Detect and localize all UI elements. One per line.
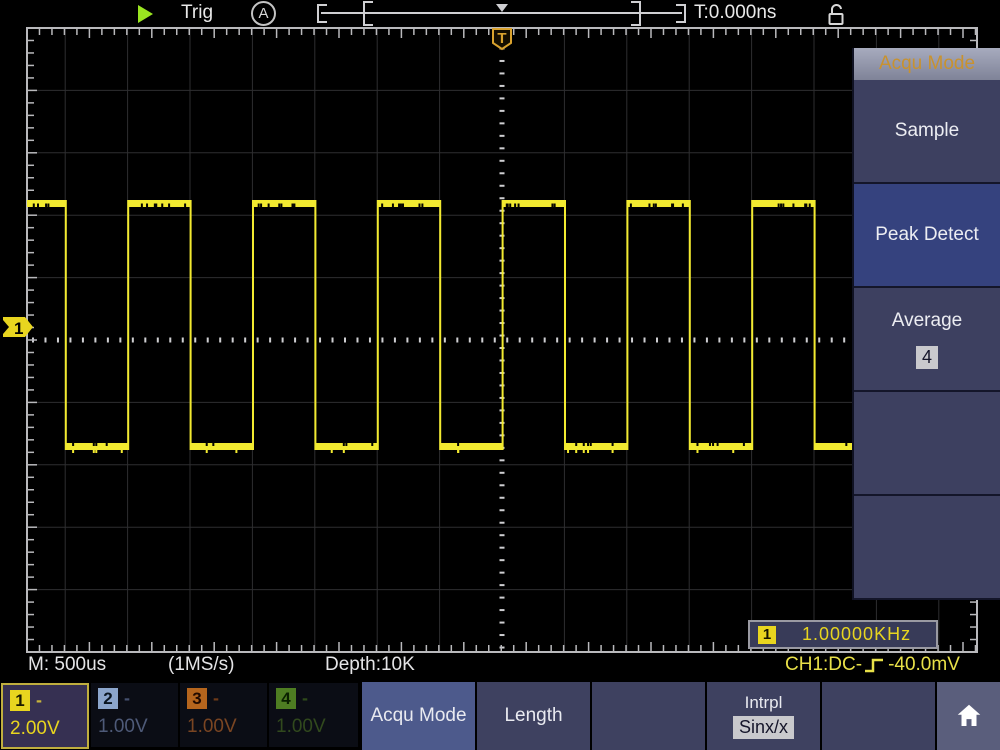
ch4-coupling-dash: -	[302, 688, 308, 709]
ch3-scale: 1.00V	[187, 716, 267, 738]
menu-acqu-mode[interactable]: Acqu Mode	[362, 682, 475, 750]
softkey-average[interactable]: Average 4	[854, 288, 1000, 392]
menu-intrpl[interactable]: Intrpl Sinx/x	[707, 682, 820, 750]
average-count-value: 4	[916, 346, 938, 369]
svg-text:T: T	[497, 30, 506, 47]
trigger-time-readout: T:0.000ns	[694, 2, 776, 24]
softkey-average-label: Average	[892, 310, 962, 332]
ch1-ground-marker[interactable]: 1	[3, 317, 33, 338]
freq-value: 1.00000KHz	[802, 624, 911, 645]
freq-channel-badge: 1	[758, 626, 776, 644]
trigger-position-marker[interactable]: T	[493, 29, 511, 49]
channel-4-box[interactable]: 4 - 1.00V	[269, 683, 358, 747]
ch1-coupling-dash: -	[36, 690, 42, 711]
ch4-badge: 4	[276, 688, 296, 709]
menu-empty-2[interactable]	[822, 682, 935, 750]
home-button[interactable]	[937, 682, 1000, 750]
trigger-settings-readout: CH1:DC- -40.0mV	[785, 654, 960, 676]
trigger-source-coupling: CH1:DC-	[785, 654, 862, 676]
oscilloscope-screen: T 1 Trig A T:0.000ns Acqu Mode Sample Pe…	[0, 0, 1000, 750]
ch4-scale: 1.00V	[276, 716, 358, 738]
softkey-peak-detect[interactable]: Peak Detect	[854, 184, 1000, 288]
menu-length[interactable]: Length	[477, 682, 590, 750]
panel-title: Acqu Mode	[854, 48, 1000, 80]
run-play-icon	[138, 5, 153, 23]
ch1-waveform	[27, 200, 852, 453]
timebase-readout: M: 500us	[28, 654, 106, 676]
frequency-meter: 1 1.00000KHz	[748, 620, 938, 649]
home-icon	[954, 701, 984, 731]
ch3-coupling-dash: -	[213, 688, 219, 709]
unlocked-padlock-icon[interactable]	[826, 2, 846, 27]
softkey-sample[interactable]: Sample	[854, 80, 1000, 184]
circled-a-icon: A	[251, 1, 276, 26]
trigger-level-value: -40.0mV	[888, 654, 960, 676]
svg-text:1: 1	[14, 319, 23, 338]
softkey-sample-label: Sample	[895, 120, 959, 142]
ch2-badge: 2	[98, 688, 118, 709]
menu-intrpl-label: Intrpl	[745, 693, 783, 713]
ch2-scale: 1.00V	[98, 716, 178, 738]
channel-3-box[interactable]: 3 - 1.00V	[180, 683, 267, 747]
ch2-coupling-dash: -	[124, 688, 130, 709]
bottom-menu-bar: 1 - 2.00V 2 - 1.00V 3 - 1.00V 4 - 1.00V	[0, 682, 1000, 750]
channel-1-box[interactable]: 1 - 2.00V	[1, 683, 89, 749]
menu-empty-1[interactable]	[592, 682, 705, 750]
sample-rate-readout: (1MS/s)	[168, 654, 235, 676]
acquire-menu-panel: Acqu Mode Sample Peak Detect Average 4	[852, 48, 1000, 600]
status-row: M: 500us (1MS/s) Depth:10K CH1:DC- -40.0…	[0, 654, 1000, 680]
memory-depth-readout: Depth:10K	[325, 654, 415, 676]
ch1-badge: 1	[10, 690, 30, 711]
top-status-bar: Trig A T:0.000ns	[0, 0, 1000, 28]
softkey-empty-1[interactable]	[854, 392, 1000, 496]
softkey-peak-detect-label: Peak Detect	[875, 224, 979, 246]
softkey-empty-2[interactable]	[854, 496, 1000, 600]
channel-2-box[interactable]: 2 - 1.00V	[91, 683, 178, 747]
menu-length-label: Length	[504, 705, 562, 727]
rising-edge-icon	[862, 655, 888, 675]
ch1-scale: 2.00V	[10, 718, 87, 740]
menu-acqu-mode-label: Acqu Mode	[370, 705, 466, 727]
ch3-badge: 3	[187, 688, 207, 709]
intrpl-value: Sinx/x	[733, 716, 794, 739]
trig-label: Trig	[181, 2, 213, 24]
